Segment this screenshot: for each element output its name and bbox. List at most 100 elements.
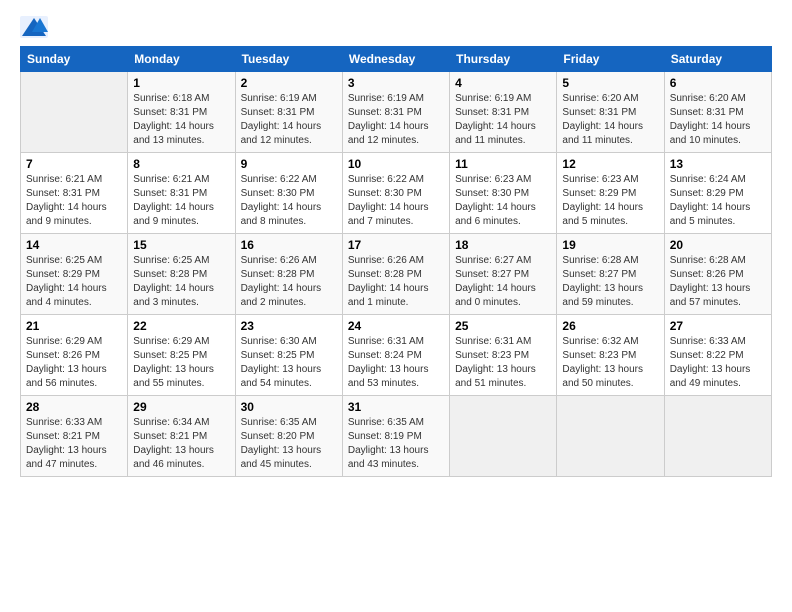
weekday-header-sunday: Sunday <box>21 47 128 72</box>
day-info: Sunrise: 6:35 AM Sunset: 8:19 PM Dayligh… <box>348 416 444 472</box>
day-number: 6 <box>670 76 766 90</box>
day-number: 1 <box>133 76 229 90</box>
day-info: Sunrise: 6:26 AM Sunset: 8:28 PM Dayligh… <box>241 254 337 310</box>
calendar-cell: 24 Sunrise: 6:31 AM Sunset: 8:24 PM Dayli… <box>342 315 449 396</box>
day-info: Sunrise: 6:30 AM Sunset: 8:25 PM Dayligh… <box>241 335 337 391</box>
day-info: Sunrise: 6:20 AM Sunset: 8:31 PM Dayligh… <box>562 92 658 148</box>
day-info: Sunrise: 6:19 AM Sunset: 8:31 PM Dayligh… <box>241 92 337 148</box>
calendar-cell: 23Sunrise: 6:30 AM Sunset: 8:25 PM Dayli… <box>235 315 342 396</box>
day-info: Sunrise: 6:19 AM Sunset: 8:31 PM Dayligh… <box>455 92 551 148</box>
day-number: 20 <box>670 238 766 252</box>
calendar-cell: 5 Sunrise: 6:20 AM Sunset: 8:31 PM Daylig… <box>557 72 664 153</box>
day-number: 25 <box>455 319 551 333</box>
day-number: 7 <box>26 157 122 171</box>
calendar-cell: 21 Sunrise: 6:29 AM Sunset: 8:26 PM Dayli… <box>21 315 128 396</box>
day-info: Sunrise: 6:18 AM Sunset: 8:31 PM Dayligh… <box>133 92 229 148</box>
calendar-cell: 29 Sunrise: 6:34 AM Sunset: 8:21 PM Dayli… <box>128 396 235 477</box>
calendar-cell: 16 Sunrise: 6:26 AM Sunset: 8:28 PM Dayli… <box>235 234 342 315</box>
calendar-cell: 3 Sunrise: 6:19 AM Sunset: 8:31 PM Daylig… <box>342 72 449 153</box>
calendar-cell: 8 Sunrise: 6:21 AM Sunset: 8:31 PM Daylig… <box>128 153 235 234</box>
day-info: Sunrise: 6:20 AM Sunset: 8:31 PM Dayligh… <box>670 92 766 148</box>
day-info: Sunrise: 6:33 AM Sunset: 8:21 PM Dayligh… <box>26 416 122 472</box>
day-info: Sunrise: 6:21 AM Sunset: 8:31 PM Dayligh… <box>26 173 122 229</box>
day-number: 31 <box>348 400 444 414</box>
day-number: 14 <box>26 238 122 252</box>
calendar-cell: 12 Sunrise: 6:23 AM Sunset: 8:29 PM Dayli… <box>557 153 664 234</box>
calendar-cell: 22 Sunrise: 6:29 AM Sunset: 8:25 PM Dayli… <box>128 315 235 396</box>
day-number: 16 <box>241 238 337 252</box>
calendar-cell <box>21 72 128 153</box>
calendar-cell: 10 Sunrise: 6:22 AM Sunset: 8:30 PM Dayli… <box>342 153 449 234</box>
calendar-cell: 2 Sunrise: 6:19 AM Sunset: 8:31 PM Daylig… <box>235 72 342 153</box>
day-info: Sunrise: 6:31 AM Sunset: 8:23 PM Dayligh… <box>455 335 551 391</box>
calendar-cell: 14 Sunrise: 6:25 AM Sunset: 8:29 PM Dayli… <box>21 234 128 315</box>
day-number: 30 <box>241 400 337 414</box>
calendar-table: SundayMondayTuesdayWednesdayThursdayFrid… <box>20 46 772 477</box>
day-number: 28 <box>26 400 122 414</box>
calendar-cell <box>664 396 771 477</box>
day-number: 4 <box>455 76 551 90</box>
day-number: 13 <box>670 157 766 171</box>
day-info: Sunrise: 6:29 AM Sunset: 8:26 PM Dayligh… <box>26 335 122 391</box>
calendar-cell: 27 Sunrise: 6:33 AM Sunset: 8:22 PM Dayli… <box>664 315 771 396</box>
day-number: 22 <box>133 319 229 333</box>
logo-icon <box>20 16 48 38</box>
weekday-header-saturday: Saturday <box>664 47 771 72</box>
day-number: 15 <box>133 238 229 252</box>
day-number: 17 <box>348 238 444 252</box>
day-info: Sunrise: 6:25 AM Sunset: 8:28 PM Dayligh… <box>133 254 229 310</box>
day-number: 27 <box>670 319 766 333</box>
day-info: Sunrise: 6:29 AM Sunset: 8:25 PM Dayligh… <box>133 335 229 391</box>
day-info: Sunrise: 6:21 AM Sunset: 8:31 PM Dayligh… <box>133 173 229 229</box>
day-number: 10 <box>348 157 444 171</box>
calendar-cell: 20 Sunrise: 6:28 AM Sunset: 8:26 PM Dayli… <box>664 234 771 315</box>
calendar-cell: 7 Sunrise: 6:21 AM Sunset: 8:31 PM Daylig… <box>21 153 128 234</box>
calendar-cell: 31 Sunrise: 6:35 AM Sunset: 8:19 PM Dayli… <box>342 396 449 477</box>
logo <box>20 16 52 38</box>
day-info: Sunrise: 6:22 AM Sunset: 8:30 PM Dayligh… <box>348 173 444 229</box>
weekday-header-thursday: Thursday <box>450 47 557 72</box>
day-info: Sunrise: 6:33 AM Sunset: 8:22 PM Dayligh… <box>670 335 766 391</box>
day-info: Sunrise: 6:31 AM Sunset: 8:24 PM Dayligh… <box>348 335 444 391</box>
calendar-cell: 17 Sunrise: 6:26 AM Sunset: 8:28 PM Dayli… <box>342 234 449 315</box>
day-number: 21 <box>26 319 122 333</box>
day-info: Sunrise: 6:19 AM Sunset: 8:31 PM Dayligh… <box>348 92 444 148</box>
calendar-cell: 15 Sunrise: 6:25 AM Sunset: 8:28 PM Dayli… <box>128 234 235 315</box>
day-info: Sunrise: 6:23 AM Sunset: 8:29 PM Dayligh… <box>562 173 658 229</box>
day-number: 11 <box>455 157 551 171</box>
weekday-header-tuesday: Tuesday <box>235 47 342 72</box>
day-number: 8 <box>133 157 229 171</box>
calendar-cell: 1 Sunrise: 6:18 AM Sunset: 8:31 PM Daylig… <box>128 72 235 153</box>
calendar-cell <box>557 396 664 477</box>
calendar-cell: 19 Sunrise: 6:28 AM Sunset: 8:27 PM Dayli… <box>557 234 664 315</box>
day-number: 29 <box>133 400 229 414</box>
day-number: 24 <box>348 319 444 333</box>
calendar-cell <box>450 396 557 477</box>
day-info: Sunrise: 6:23 AM Sunset: 8:30 PM Dayligh… <box>455 173 551 229</box>
day-number: 26 <box>562 319 658 333</box>
day-info: Sunrise: 6:34 AM Sunset: 8:21 PM Dayligh… <box>133 416 229 472</box>
calendar-cell: 18Sunrise: 6:27 AM Sunset: 8:27 PM Dayli… <box>450 234 557 315</box>
calendar-cell: 28 Sunrise: 6:33 AM Sunset: 8:21 PM Dayli… <box>21 396 128 477</box>
calendar-cell: 13 Sunrise: 6:24 AM Sunset: 8:29 PM Dayli… <box>664 153 771 234</box>
day-info: Sunrise: 6:26 AM Sunset: 8:28 PM Dayligh… <box>348 254 444 310</box>
day-number: 3 <box>348 76 444 90</box>
day-info: Sunrise: 6:24 AM Sunset: 8:29 PM Dayligh… <box>670 173 766 229</box>
day-info: Sunrise: 6:22 AM Sunset: 8:30 PM Dayligh… <box>241 173 337 229</box>
day-info: Sunrise: 6:35 AM Sunset: 8:20 PM Dayligh… <box>241 416 337 472</box>
calendar-cell: 25 Sunrise: 6:31 AM Sunset: 8:23 PM Dayli… <box>450 315 557 396</box>
day-info: Sunrise: 6:27 AM Sunset: 8:27 PM Dayligh… <box>455 254 551 310</box>
calendar-cell: 4 Sunrise: 6:19 AM Sunset: 8:31 PM Daylig… <box>450 72 557 153</box>
weekday-header-monday: Monday <box>128 47 235 72</box>
day-info: Sunrise: 6:28 AM Sunset: 8:27 PM Dayligh… <box>562 254 658 310</box>
day-number: 19 <box>562 238 658 252</box>
calendar-cell: 26Sunrise: 6:32 AM Sunset: 8:23 PM Dayli… <box>557 315 664 396</box>
day-info: Sunrise: 6:25 AM Sunset: 8:29 PM Dayligh… <box>26 254 122 310</box>
day-number: 5 <box>562 76 658 90</box>
day-number: 12 <box>562 157 658 171</box>
calendar-cell: 6 Sunrise: 6:20 AM Sunset: 8:31 PM Daylig… <box>664 72 771 153</box>
day-info: Sunrise: 6:28 AM Sunset: 8:26 PM Dayligh… <box>670 254 766 310</box>
day-number: 2 <box>241 76 337 90</box>
calendar-cell: 30 Sunrise: 6:35 AM Sunset: 8:20 PM Dayli… <box>235 396 342 477</box>
calendar-cell: 11 Sunrise: 6:23 AM Sunset: 8:30 PM Dayli… <box>450 153 557 234</box>
